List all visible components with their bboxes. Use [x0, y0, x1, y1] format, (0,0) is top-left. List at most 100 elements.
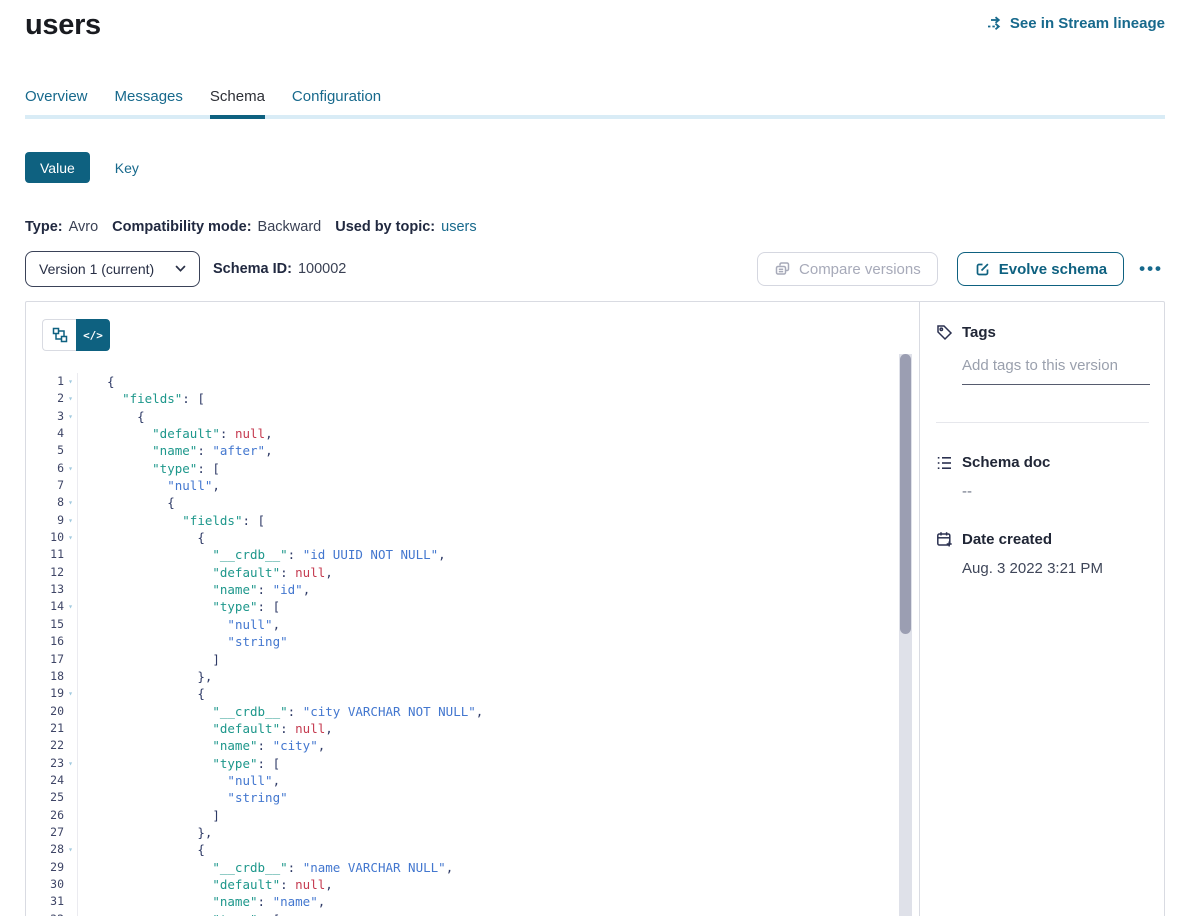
fold-spacer — [64, 425, 77, 442]
code-line: 30 "default": null, — [26, 876, 919, 893]
line-number: 31 — [26, 893, 64, 910]
code-text: "name": "id", — [78, 581, 310, 598]
used-by-topic-label: Used by topic: — [335, 219, 435, 235]
schema-page: users See in Stream lineage Overview Mes… — [0, 0, 1189, 916]
fold-spacer — [64, 824, 77, 841]
page-title: users — [25, 6, 101, 44]
tab-schema[interactable]: Schema — [210, 88, 265, 119]
code-line: 20 "__crdb__": "city VARCHAR NOT NULL", — [26, 703, 919, 720]
fold-toggle-icon[interactable]: ▾ — [64, 685, 77, 702]
line-number: 3 — [26, 408, 64, 425]
editor-scrollbar-thumb[interactable] — [900, 354, 911, 634]
gutter-cell: 26 — [26, 807, 78, 824]
gutter-cell: 23▾ — [26, 755, 78, 772]
value-key-toggle: Value Key — [25, 152, 1165, 183]
version-select[interactable]: Version 1 (current) — [25, 251, 200, 287]
line-number: 2 — [26, 390, 64, 407]
tree-view-button[interactable] — [42, 319, 76, 351]
version-select-value: Version 1 (current) — [39, 261, 154, 277]
sidebar-divider — [936, 422, 1149, 423]
line-number: 12 — [26, 564, 64, 581]
fold-spacer — [64, 807, 77, 824]
gutter-cell: 5 — [26, 442, 78, 459]
code-text: { — [78, 373, 115, 390]
stream-lineage-link[interactable]: See in Stream lineage — [986, 15, 1165, 32]
schema-id-value: 100002 — [298, 261, 346, 277]
fold-spacer — [64, 859, 77, 876]
fold-toggle-icon[interactable]: ▾ — [64, 408, 77, 425]
code-line: 7 "null", — [26, 477, 919, 494]
fold-toggle-icon[interactable]: ▾ — [64, 755, 77, 772]
fold-spacer — [64, 893, 77, 910]
line-number: 22 — [26, 737, 64, 754]
gutter-cell: 19▾ — [26, 685, 78, 702]
code-line: 9▾ "fields": [ — [26, 512, 919, 529]
gutter-cell: 6▾ — [26, 460, 78, 477]
used-by-topic-link[interactable]: users — [441, 219, 476, 235]
line-number: 23 — [26, 755, 64, 772]
code-text: ] — [78, 651, 220, 668]
tags-input[interactable] — [962, 354, 1150, 385]
gutter-cell: 20 — [26, 703, 78, 720]
line-number: 7 — [26, 477, 64, 494]
code-line: 12 "default": null, — [26, 564, 919, 581]
fold-toggle-icon[interactable]: ▾ — [64, 529, 77, 546]
code-line: 8▾ { — [26, 494, 919, 511]
fold-toggle-icon[interactable]: ▾ — [64, 390, 77, 407]
code-text: "type": [ — [78, 598, 280, 615]
line-number: 28 — [26, 841, 64, 858]
code-line: 23▾ "type": [ — [26, 755, 919, 772]
fold-toggle-icon[interactable]: ▾ — [64, 512, 77, 529]
code-text: "null", — [78, 616, 280, 633]
date-created-value: Aug. 3 2022 3:21 PM — [962, 560, 1149, 577]
gutter-cell: 29 — [26, 859, 78, 876]
tab-configuration[interactable]: Configuration — [292, 88, 381, 115]
code-text: "name": "name", — [78, 893, 325, 910]
line-number: 19 — [26, 685, 64, 702]
code-line: 21 "default": null, — [26, 720, 919, 737]
value-toggle-button[interactable]: Value — [25, 152, 90, 183]
tab-overview[interactable]: Overview — [25, 88, 88, 115]
code-text: }, — [78, 668, 212, 685]
code-text: "default": null, — [78, 876, 333, 893]
line-number: 4 — [26, 425, 64, 442]
evolve-schema-label: Evolve schema — [999, 261, 1107, 278]
code-text: "name": "after", — [78, 442, 273, 459]
date-created-section-header: Date created — [936, 531, 1149, 548]
compare-versions-button[interactable]: Compare versions — [757, 252, 938, 286]
line-number: 17 — [26, 651, 64, 668]
fold-toggle-icon[interactable]: ▾ — [64, 598, 77, 615]
gutter-cell: 14▾ — [26, 598, 78, 615]
gutter-cell: 2▾ — [26, 390, 78, 407]
fold-toggle-icon[interactable]: ▾ — [64, 911, 77, 916]
key-toggle-button[interactable]: Key — [115, 160, 139, 176]
tab-messages[interactable]: Messages — [115, 88, 183, 115]
fold-toggle-icon[interactable]: ▾ — [64, 373, 77, 390]
evolve-schema-button[interactable]: Evolve schema — [957, 252, 1124, 286]
more-actions-button[interactable]: ••• — [1137, 260, 1165, 278]
code-line: 24 "null", — [26, 772, 919, 789]
fold-spacer — [64, 720, 77, 737]
fold-toggle-icon[interactable]: ▾ — [64, 460, 77, 477]
line-number: 24 — [26, 772, 64, 789]
fold-toggle-icon[interactable]: ▾ — [64, 494, 77, 511]
code-line: 13 "name": "id", — [26, 581, 919, 598]
fold-toggle-icon[interactable]: ▾ — [64, 841, 77, 858]
list-icon — [936, 455, 953, 471]
code-text: "string" — [78, 633, 288, 650]
type-value: Avro — [69, 219, 99, 235]
fold-spacer — [64, 772, 77, 789]
code-text: "null", — [78, 477, 220, 494]
gutter-cell: 10▾ — [26, 529, 78, 546]
line-number: 32 — [26, 911, 64, 916]
date-created-heading: Date created — [962, 531, 1052, 548]
gutter-cell: 28▾ — [26, 841, 78, 858]
stream-lineage-icon — [986, 16, 1003, 31]
gutter-cell: 31 — [26, 893, 78, 910]
code-line: 17 ] — [26, 651, 919, 668]
gutter-cell: 12 — [26, 564, 78, 581]
code-view-button[interactable]: </> — [76, 319, 110, 351]
editor-scrollbar[interactable] — [899, 354, 912, 916]
schema-code-editor[interactable]: </> 1▾{2▾ "fields": [3▾ {4 "default": nu… — [26, 302, 919, 916]
gutter-cell: 21 — [26, 720, 78, 737]
